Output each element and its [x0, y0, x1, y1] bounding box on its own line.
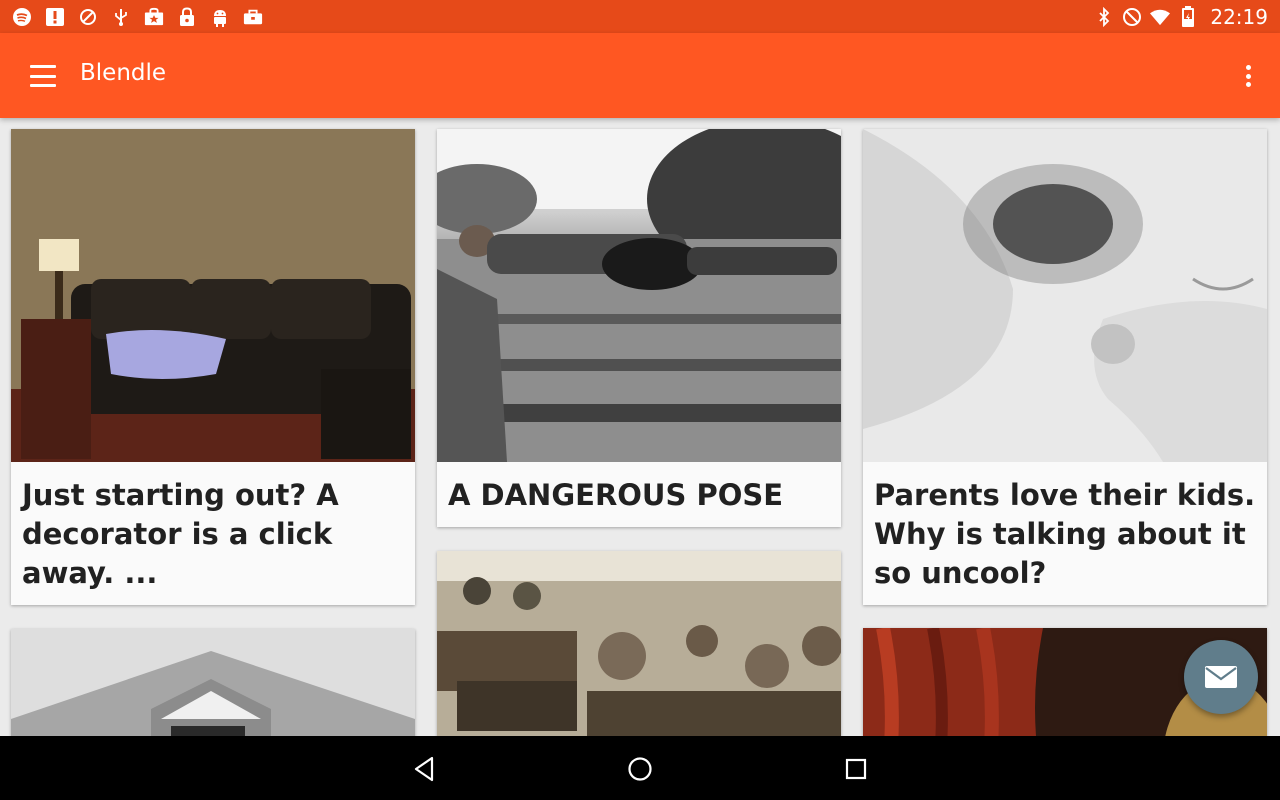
- article-title: Parents love their kids. Why is talking …: [874, 478, 1256, 590]
- article-card[interactable]: Parents love their kids. Why is talking …: [863, 129, 1267, 605]
- home-button[interactable]: [625, 754, 655, 784]
- man-with-guitar-on-railroad-tracks-photo: [437, 129, 841, 462]
- wifi-icon: [1150, 7, 1171, 27]
- status-bar: 22:19: [0, 0, 1280, 33]
- living-room-sofa-photo: [11, 129, 415, 462]
- recents-button[interactable]: [841, 754, 871, 784]
- compose-mail-button[interactable]: [1184, 640, 1258, 714]
- spotify-icon: [12, 7, 32, 27]
- article-card[interactable]: [437, 551, 841, 736]
- usb-icon: [111, 7, 131, 27]
- battery-icon: [1178, 5, 1198, 27]
- article-card[interactable]: [11, 629, 415, 736]
- mail-icon: [1205, 666, 1237, 688]
- article-card[interactable]: Just starting out? A decorator is a clic…: [11, 129, 415, 605]
- blocked-icon: [78, 7, 98, 27]
- bluetooth-icon: [1094, 6, 1114, 27]
- vintage-classroom-children-photo: [437, 551, 841, 736]
- app-title: Blendle: [80, 60, 167, 86]
- alert-icon: [45, 7, 65, 27]
- back-icon: [414, 756, 434, 782]
- menu-icon: [30, 65, 56, 68]
- more-options-button[interactable]: [1238, 62, 1258, 90]
- article-grid: Just starting out? A decorator is a clic…: [0, 118, 1280, 736]
- menu-button[interactable]: [30, 63, 56, 89]
- recents-icon: [845, 758, 867, 780]
- article-title: Just starting out? A decorator is a clic…: [22, 478, 339, 590]
- briefcase-icon: [243, 7, 263, 27]
- lock-icon: [177, 6, 197, 27]
- more-vert-icon: [1245, 65, 1251, 70]
- do-not-disturb-icon: [1122, 7, 1142, 27]
- app-bar: Blendle: [0, 33, 1280, 118]
- android-icon: [210, 7, 230, 27]
- back-button[interactable]: [409, 754, 439, 784]
- notification-icons: [12, 6, 263, 27]
- article-card[interactable]: A DANGEROUS POSE: [437, 129, 841, 527]
- system-icons: 22:19: [1094, 5, 1268, 29]
- navigation-bar: [0, 736, 1280, 800]
- parent-and-baby-faces-photo: [863, 129, 1267, 462]
- clock: 22:19: [1210, 4, 1268, 29]
- store-icon: [144, 7, 164, 27]
- home-icon: [628, 757, 652, 781]
- article-title: A DANGEROUS POSE: [448, 478, 784, 512]
- barn-roof-photo: [11, 629, 415, 736]
